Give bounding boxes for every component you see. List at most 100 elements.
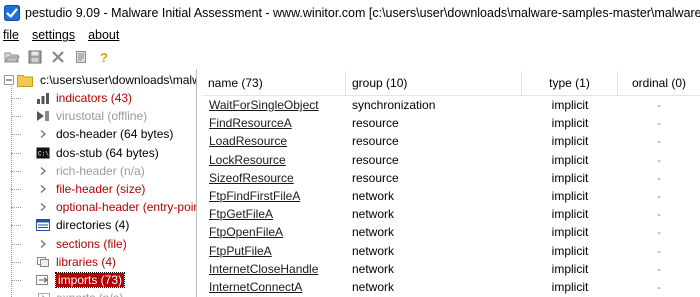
cell-group: network [352,243,395,258]
cell-type: implicit [551,189,589,203]
tree-item[interactable]: imports (73) [36,271,126,289]
cell-name[interactable]: FtpPutFileA [209,242,346,260]
tree-item-label: rich-header (n/a) [56,163,145,178]
save-icon[interactable] [27,49,43,65]
import-icon [36,273,50,287]
tree-item-label: exports (n/a) [56,291,123,297]
tree-pane: c:\users\user\downloads\malw indicators … [0,69,197,297]
cell-group: resource [352,116,399,131]
tree-connector [11,189,21,190]
menu-settings[interactable]: settings [32,28,75,42]
cell-ordinal: - [657,225,661,240]
pestudio-app-icon [4,5,20,21]
arrow-icon [36,127,50,141]
svg-text:C:\: C:\ [38,150,49,157]
tree-item-label: file-header (size) [56,182,146,196]
tree-connector [11,261,21,263]
cell-group: resource [352,170,399,185]
cell-ordinal: - [657,280,661,294]
cell-name[interactable]: FtpOpenFileA [209,223,346,241]
column-header-ordinal[interactable]: ordinal (0) [618,71,700,95]
menu-file[interactable]: file [3,28,19,42]
export-icon [36,291,50,297]
arrow-icon [36,237,50,251]
tree-item[interactable]: sections (file) [36,235,127,253]
cell-group: network [352,280,395,294]
cell-name[interactable]: InternetConnectA [209,278,346,296]
column-header-type[interactable]: type (1) [522,71,618,95]
tree-connector [11,243,21,245]
cell-type: implicit [551,207,589,222]
cell-group: network [352,207,395,222]
bar-chart-icon [36,91,50,105]
tree-item-label: directories (4) [56,218,130,233]
cell-name[interactable]: InternetCloseHandle [209,260,346,278]
cell-group: network [352,225,395,240]
toolbar: ? [0,46,700,68]
cell-type: implicit [551,225,589,240]
tree-item-label: sections (file) [56,236,127,251]
tree-connector [11,170,21,172]
close-icon[interactable] [50,49,66,65]
tree-item[interactable]: rich-header (n/a) [36,162,145,180]
tree-connector [11,134,21,136]
cell-ordinal: - [657,98,661,112]
cell-type: implicit [551,116,589,131]
cell-ordinal: - [657,116,661,131]
open-folder-icon[interactable] [4,49,20,65]
cell-name[interactable]: FtpGetFileA [209,205,346,223]
tree-connector [11,225,21,227]
tree-item[interactable]: C:\ dos-stub (64 bytes) [36,144,159,162]
tree-root-label: c:\users\user\downloads\malw [40,73,197,87]
tree-item[interactable]: optional-header (entry-poir [36,198,196,216]
cell-name[interactable]: FtpFindFirstFileA [209,187,346,205]
copy-icon[interactable] [73,49,89,65]
cell-type: implicit [551,152,589,167]
cell-group: resource [352,152,399,167]
cell-ordinal: - [657,170,661,185]
tree-item[interactable]: dos-header (64 bytes) [36,125,173,143]
column-header-group[interactable]: group (10) [346,71,522,95]
tree-connector [11,280,21,281]
help-icon[interactable]: ? [96,49,112,65]
column-header-name[interactable]: name (73) [202,71,346,95]
cell-name[interactable]: LockResource [209,151,346,169]
tree-connector [11,207,21,209]
menu-bar: file settings about [0,26,700,44]
menu-about[interactable]: about [88,28,119,42]
tree-item[interactable]: libraries (4) [36,253,116,271]
tree-root[interactable]: c:\users\user\downloads\malw [3,71,197,89]
cell-group: synchronization [352,98,436,112]
tree-item[interactable]: virustotal (offline) [36,107,147,125]
cell-ordinal: - [657,207,661,222]
directory-grid-icon [36,218,50,232]
cell-type: implicit [551,98,589,112]
virustotal-icon [36,109,50,123]
tree-item[interactable]: directories (4) [36,216,129,234]
arrow-icon [36,164,50,178]
cell-type: implicit [551,134,589,149]
arrow-icon [36,200,50,214]
cell-ordinal: - [657,189,661,203]
imports-table: name (73) group (10) type (1) ordinal (0… [202,69,700,297]
collapse-box-icon[interactable] [3,73,15,87]
library-icon [36,255,50,269]
cell-group: network [352,189,395,203]
tree-item-label: indicators (43) [56,91,133,105]
cell-name[interactable]: WaitForSingleObject [209,96,346,114]
console-icon: C:\ [36,146,50,160]
tree-item-label: libraries (4) [56,254,117,269]
tree-item[interactable]: file-header (size) [36,180,145,198]
folder-icon [17,73,33,87]
cell-name[interactable]: FindResourceA [209,114,346,132]
tree-connector [11,152,21,154]
tree-item-label: dos-header (64 bytes) [56,127,174,142]
title-bar: pestudio 9.09 - Malware Initial Assessme… [0,0,700,26]
tree-item-label: dos-stub (64 bytes) [56,145,159,160]
cell-type: implicit [551,170,589,185]
cell-group: resource [352,134,399,149]
cell-name[interactable]: LoadResource [209,132,346,150]
tree-item[interactable]: exports (n/a) [36,289,123,297]
tree-item[interactable]: indicators (43) [36,89,132,107]
cell-name[interactable]: SizeofResource [209,169,346,187]
